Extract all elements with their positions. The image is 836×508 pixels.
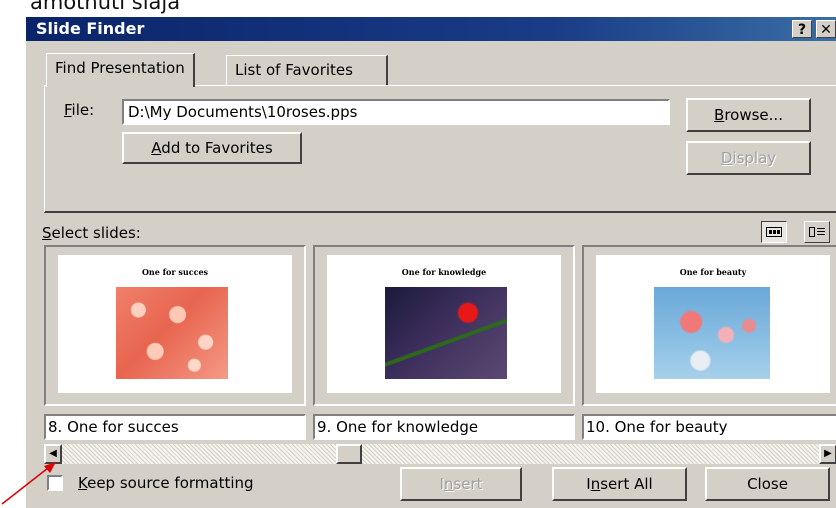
scroll-thumb[interactable] — [336, 444, 362, 464]
slide-title: One for succes — [141, 267, 209, 277]
horizontal-scrollbar[interactable]: ◀ ▶ — [44, 444, 836, 464]
title-bar[interactable]: Slide Finder ? ✕ — [26, 17, 836, 41]
slide-caption-9: 9. One for knowledge — [313, 414, 575, 440]
slide-caption-10: 10. One for beauty — [582, 414, 836, 440]
insert-button[interactable]: Insert — [400, 467, 522, 501]
dialog-title: Slide Finder — [36, 19, 145, 38]
scroll-right-icon[interactable]: ▶ — [819, 444, 836, 464]
caption-fragment: amotnuti slaja — [30, 0, 181, 14]
file-path-input[interactable]: D:\My Documents\10roses.pps — [122, 99, 670, 125]
slide-preview: One for knowledge — [327, 255, 561, 393]
slide-thumbnail-8[interactable]: One for succes — [44, 245, 306, 406]
slide-preview: One for succes — [58, 255, 292, 393]
pink-roses-photo — [116, 287, 228, 379]
slide-thumbnail-9[interactable]: One for knowledge — [313, 245, 575, 406]
slide-title: One for beauty — [679, 267, 747, 277]
tab-list-of-favorites[interactable]: List of Favorites — [226, 55, 388, 85]
insert-all-button[interactable]: Insert All — [552, 467, 687, 501]
tab-find-presentation[interactable]: Find Presentation — [46, 53, 195, 87]
close-icon[interactable]: ✕ — [816, 20, 836, 38]
add-to-favorites-button[interactable]: Add to Favorites — [122, 132, 302, 164]
roses-sky-photo — [654, 287, 770, 379]
slide-view-icon[interactable] — [761, 221, 787, 243]
red-rose-photo — [385, 287, 507, 379]
outline-view-icon[interactable] — [804, 221, 830, 243]
slide-thumbnail-10[interactable]: One for beauty — [582, 245, 836, 406]
slide-preview: One for beauty — [596, 255, 830, 393]
help-button[interactable]: ? — [792, 20, 812, 38]
slide-caption-8: 8. One for succes — [44, 414, 306, 440]
slide-title: One for knowledge — [401, 267, 487, 277]
display-button[interactable]: Display — [686, 141, 811, 175]
browse-button[interactable]: Browse... — [686, 98, 811, 132]
annotation-arrow-icon — [1, 462, 56, 505]
keep-source-formatting-label[interactable]: Keep source formatting — [78, 474, 254, 492]
close-button[interactable]: Close — [705, 467, 830, 501]
select-slides-label: Select slides: — [42, 224, 141, 242]
file-label: File: — [64, 101, 95, 119]
slide-finder-dialog: Slide Finder ? ✕ Find Presentation List … — [25, 16, 836, 508]
